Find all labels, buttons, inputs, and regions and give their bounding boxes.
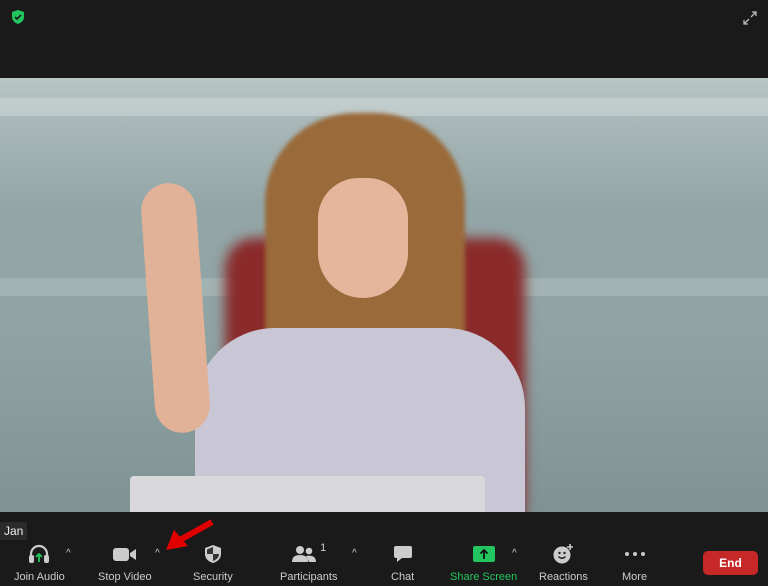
participants-count: 1 <box>320 542 327 554</box>
share-screen-icon <box>472 542 495 566</box>
ellipsis-icon <box>624 542 646 566</box>
share-options-caret[interactable]: ^ <box>512 548 517 559</box>
headphones-icon <box>27 542 51 566</box>
red-annotation-arrow-icon <box>166 519 214 550</box>
top-bar <box>0 0 768 78</box>
share-screen-button[interactable]: Share Screen <box>450 542 517 583</box>
participants-options-caret[interactable]: ^ <box>352 548 357 559</box>
chat-button[interactable]: Chat <box>391 542 414 583</box>
video-options-caret[interactable]: ^ <box>155 548 160 559</box>
video-feed <box>0 78 768 512</box>
encryption-shield-icon[interactable] <box>10 9 26 25</box>
more-button[interactable]: More <box>622 542 647 583</box>
video-camera-icon <box>112 542 137 566</box>
meeting-toolbar: Join Audio ^ Stop Video ^ Security 1 Par… <box>0 536 768 586</box>
chat-bubble-icon <box>393 542 413 566</box>
emoji-plus-icon <box>552 542 574 566</box>
participants-icon: 1 <box>291 542 326 566</box>
join-audio-button[interactable]: Join Audio <box>14 542 65 583</box>
audio-options-caret[interactable]: ^ <box>66 548 71 559</box>
end-meeting-button[interactable]: End <box>703 551 758 575</box>
fullscreen-icon[interactable] <box>742 10 758 26</box>
participants-button[interactable]: 1 Participants <box>280 542 337 583</box>
reactions-button[interactable]: Reactions <box>539 542 588 583</box>
stop-video-button[interactable]: Stop Video <box>98 542 152 583</box>
